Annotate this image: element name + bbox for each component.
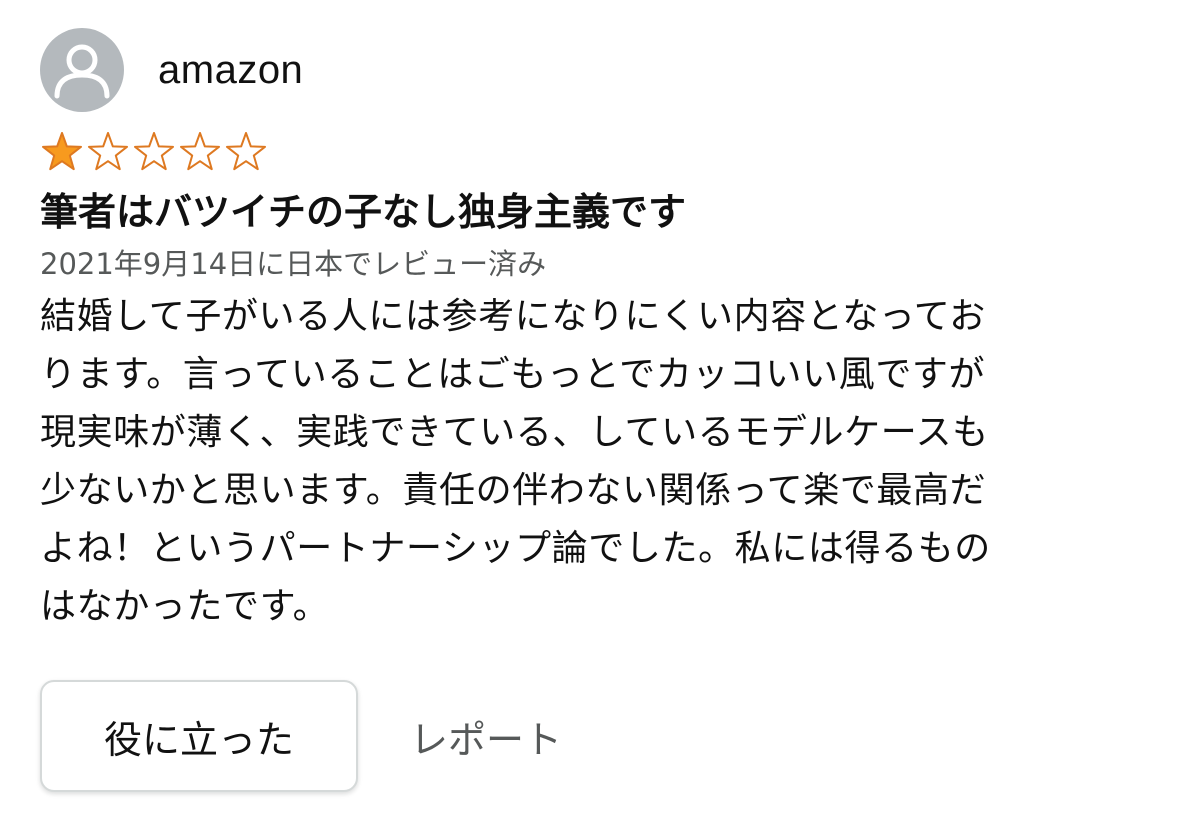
review-body: 結婚して子がいる人には参考になりにくい内容となってお ります。言っていることはご… xyxy=(40,288,1140,636)
star-empty-icon xyxy=(133,132,175,171)
review-body-line: はなかったです。 xyxy=(40,586,330,627)
star-empty-icon xyxy=(179,132,221,171)
helpful-button[interactable]: 役に立った xyxy=(40,680,358,792)
star-empty-icon xyxy=(87,132,129,171)
star-rating[interactable] xyxy=(40,130,1160,174)
review-body-line: 現実味が薄く、実践できている、しているモデルケースも xyxy=(40,412,989,453)
review-body-line: 結婚して子がいる人には参考になりにくい内容となってお xyxy=(40,296,986,337)
user-silhouette-icon xyxy=(40,28,124,112)
reviewer-profile[interactable]: amazon xyxy=(40,28,1160,112)
review-date: 2021年9月14日に日本でレビュー済み xyxy=(40,247,547,281)
reviewer-name: amazon xyxy=(158,47,304,92)
customer-review: amazon 筆者はバツイチの子なし独身主義です 2021年9月14日に日本でレ… xyxy=(40,28,1160,636)
review-body-line: 少ないかと思います。責任の伴わない関係って楽で最高だ xyxy=(40,470,987,511)
star-filled-icon xyxy=(41,132,83,171)
review-body-line: よね！というパートナーシップ論でした。私には得るもの xyxy=(40,528,991,569)
review-actions: 役に立った レポート xyxy=(40,680,562,792)
review-title[interactable]: 筆者はバツイチの子なし独身主義です xyxy=(40,186,1160,238)
star-empty-icon xyxy=(225,132,267,171)
report-link[interactable]: レポート xyxy=(410,709,562,764)
review-body-line: ります。言っていることはごもっとでカッコいい風ですが xyxy=(40,354,986,395)
